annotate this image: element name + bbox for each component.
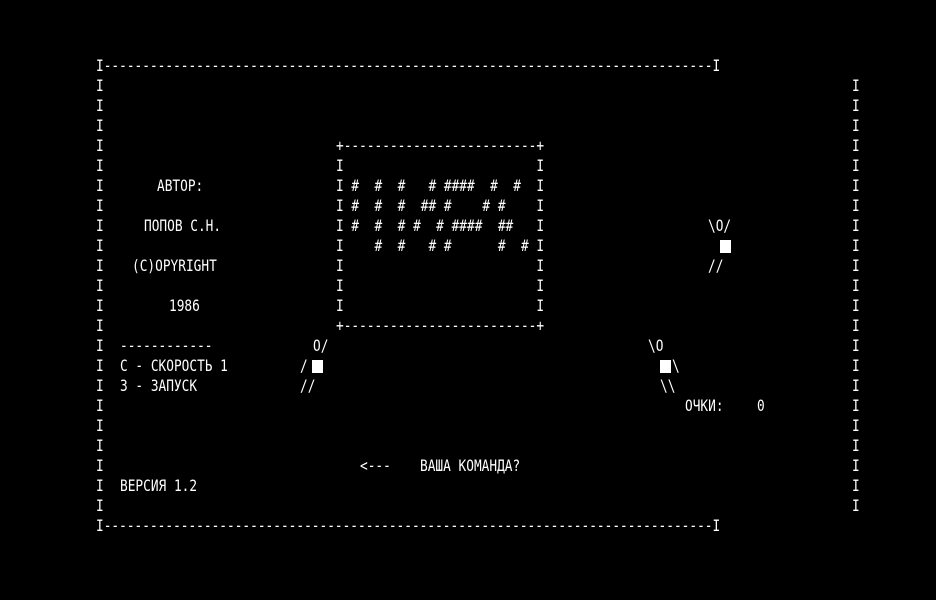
logo-box-bottom: +-------------------------+ (336, 316, 545, 335)
frame-side-char: I (96, 256, 104, 275)
frame-side-char: I (96, 316, 104, 335)
frame-side-char: I (96, 276, 104, 295)
speed-option[interactable]: С - СКОРОСТЬ 1 (120, 356, 228, 376)
frame-side-char: I (96, 336, 104, 355)
frame-side-char: I (96, 236, 104, 255)
frame-side-char: I (96, 376, 104, 395)
frame-side-char: I (852, 176, 860, 195)
frame-side-char: I (96, 116, 104, 135)
figure-legs: \\ (660, 376, 676, 395)
frame-side-char: I (852, 76, 860, 95)
frame-side-char: I (852, 156, 860, 175)
figure-arm: / (300, 356, 308, 375)
frame-side-char: I (96, 416, 104, 435)
logo-row: I # # # # # # I (336, 236, 545, 255)
frame-side-char: I (852, 116, 860, 135)
figure-head: O/ (313, 336, 329, 355)
frame-side-char: I (96, 176, 104, 195)
frame-side-char: I (96, 76, 104, 95)
start-option[interactable]: З - ЗАПУСК (120, 376, 197, 396)
frame-side-char: I (96, 396, 104, 415)
figure-legs: // (300, 376, 316, 395)
figure-body (660, 360, 671, 373)
logo-row: I # # # # # #### ## I (336, 216, 545, 235)
frame-side-char: I (96, 496, 104, 515)
frame-side-char: I (852, 136, 860, 155)
figure-legs: // (708, 256, 724, 275)
version-label: ВЕРСИЯ 1.2 (120, 476, 198, 495)
author-name: ПОПОВ С.Н. (144, 216, 222, 235)
frame-side-char: I (852, 456, 860, 475)
frame-side-char: I (852, 336, 860, 355)
logo-row: I I (336, 256, 545, 275)
logo-row: I I (336, 296, 545, 315)
logo-box-top: +-------------------------+ (336, 136, 545, 155)
frame-top-border: I---------------------------------------… (96, 56, 721, 75)
frame-side-char: I (852, 436, 860, 455)
frame-side-char: I (96, 136, 104, 155)
frame-side-char: I (852, 96, 860, 115)
frame-side-char: I (96, 356, 104, 375)
figure-body (312, 360, 323, 373)
frame-side-char: I (96, 476, 104, 495)
command-prompt[interactable]: ВАША КОМАНДА? (420, 456, 520, 476)
frame-side-char: I (96, 156, 104, 175)
frame-side-char: I (852, 316, 860, 335)
score-value: 0 (757, 396, 765, 415)
copyright-year: 1986 (169, 296, 200, 315)
frame-side-char: I (852, 496, 860, 515)
score-label: ОЧКИ: (685, 396, 724, 415)
frame-side-char: I (852, 216, 860, 235)
logo-row: I # # # # #### # # I (336, 176, 545, 195)
frame-side-char: I (852, 236, 860, 255)
logo-row: I # # # ## # # # I (336, 196, 545, 215)
frame-side-char: I (852, 196, 860, 215)
frame-side-char: I (852, 416, 860, 435)
logo-row: I I (336, 276, 545, 295)
frame-side-char: I (852, 356, 860, 375)
frame-side-char: I (96, 436, 104, 455)
frame-side-char: I (852, 276, 860, 295)
figure-head: \O/ (708, 216, 732, 235)
frame-side-char: I (96, 216, 104, 235)
frame-side-char: I (96, 196, 104, 215)
menu-separator: ------------ (120, 336, 213, 355)
copyright-text: (С)OPYRIGHT (132, 256, 217, 275)
figure-head: \O (648, 336, 664, 355)
frame-side-char: I (852, 376, 860, 395)
frame-side-char: I (96, 96, 104, 115)
frame-side-char: I (852, 296, 860, 315)
frame-side-char: I (852, 256, 860, 275)
frame-bottom-border: I---------------------------------------… (96, 516, 721, 535)
frame-side-char: I (852, 476, 860, 495)
author-label: АВТОР: (157, 176, 204, 195)
frame-side-char: I (852, 396, 860, 415)
prompt-arrow: <--- (360, 456, 391, 475)
figure-arm: \ (672, 356, 680, 375)
frame-side-char: I (96, 296, 104, 315)
logo-row: I I (336, 156, 545, 175)
frame-side-char: I (96, 456, 104, 475)
game-screen: I---------------------------------------… (0, 0, 936, 600)
figure-body (720, 240, 731, 253)
